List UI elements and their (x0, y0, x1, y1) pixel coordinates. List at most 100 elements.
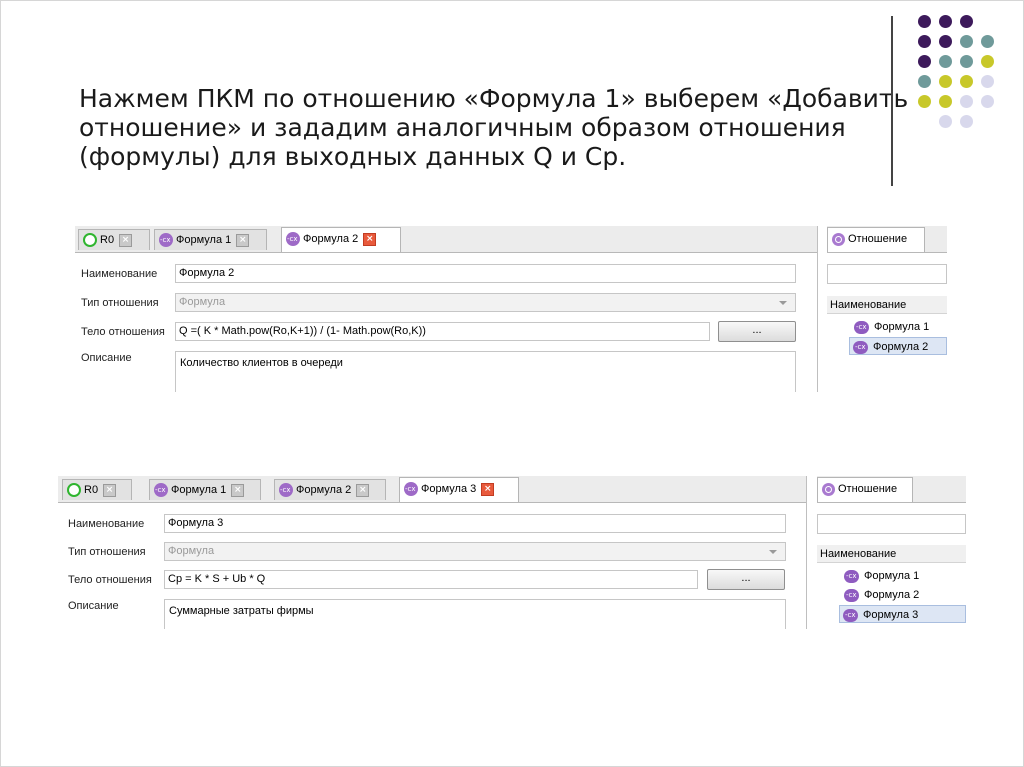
green-circle-icon (83, 233, 97, 248)
decor-dot (918, 75, 931, 88)
side-search-input[interactable] (817, 514, 966, 534)
relation-editor: R0 × Формула 1 × Формула 2 × Наименование Ф… (75, 226, 818, 392)
close-icon[interactable]: × (356, 483, 370, 497)
formula-icon (404, 482, 418, 497)
type-label: Тип отношения (68, 546, 146, 558)
tab-r0[interactable]: R0 × (62, 479, 132, 500)
chevron-down-icon (769, 550, 777, 554)
tab-label: Формула 1 (171, 484, 227, 496)
tree-item-label: Формула 2 (873, 341, 929, 353)
relation-panel: Отношение Наименование Формула 1 Формула… (817, 476, 966, 629)
formula-icon (844, 569, 859, 583)
tab-relation[interactable]: Отношение (817, 477, 913, 502)
type-select-value: Формула (179, 296, 226, 308)
formula-icon (844, 588, 859, 602)
formula-icon (279, 483, 293, 498)
decor-dot (939, 15, 952, 28)
decor-dot (918, 15, 931, 28)
close-icon[interactable]: × (119, 233, 133, 247)
editor-screenshot-1: R0 × Формула 1 × Формула 2 × Наименование Ф… (75, 226, 947, 392)
chevron-down-icon (779, 301, 787, 305)
close-icon[interactable]: × (236, 233, 250, 247)
tab-label: Формула 1 (176, 234, 232, 246)
close-icon[interactable]: × (481, 482, 495, 496)
type-label: Тип отношения (81, 297, 159, 309)
tab-label: Формула 3 (421, 483, 477, 495)
relation-icon (832, 232, 845, 246)
tab-label: Формула 2 (303, 233, 359, 245)
tree-item-label: Формула 2 (864, 589, 920, 601)
decor-dot (960, 35, 973, 48)
decor-dot (918, 95, 931, 108)
formula-icon (843, 608, 858, 622)
relation-icon (822, 482, 835, 496)
close-icon[interactable]: × (103, 483, 117, 497)
desc-label: Описание (81, 352, 132, 364)
formula-icon (286, 232, 300, 247)
title-line-2: отношение» и зададим аналогичным образом… (79, 113, 846, 142)
tree-item-formula-3[interactable]: Формула 3 (839, 605, 966, 623)
tree-item-formula-1[interactable]: Формула 1 (841, 567, 919, 585)
column-header: Наименование (817, 545, 966, 563)
tab-formula-2[interactable]: Формула 2 × (281, 227, 401, 252)
tab-label: Формула 2 (296, 484, 352, 496)
decor-dot (960, 115, 973, 128)
tab-formula-1[interactable]: Формула 1 × (149, 479, 261, 500)
desc-textarea[interactable]: Количество клиентов в очереди (175, 351, 796, 392)
decor-dot (960, 75, 973, 88)
desc-textarea[interactable]: Суммарные затраты фирмы (164, 599, 786, 629)
decor-dot (981, 55, 994, 68)
tab-label: R0 (84, 484, 99, 496)
relation-editor: R0 × Формула 1 × Формула 2 × Формула 3 × Наи… (58, 476, 807, 629)
tab-relation[interactable]: Отношение (827, 227, 925, 252)
tab-r0[interactable]: R0 × (78, 229, 150, 250)
body-field[interactable]: Q =( K * Math.pow(Ro,K+1)) / (1- Math.po… (175, 322, 710, 341)
tree-item-label: Формула 1 (874, 321, 930, 333)
decor-dot (939, 55, 952, 68)
tab-label: Отношение (848, 233, 908, 245)
name-label: Наименование (81, 268, 158, 280)
tab-formula-2[interactable]: Формула 2 × (274, 479, 386, 500)
green-circle-icon (67, 483, 81, 498)
decor-dot (981, 95, 994, 108)
name-label: Наименование (68, 518, 145, 530)
slide-title: Нажмем ПКМ по отношению «Формула 1» выбе… (79, 84, 909, 171)
browse-button[interactable]: ... (718, 321, 796, 342)
formula-icon (853, 340, 868, 354)
type-select[interactable]: Формула (164, 542, 786, 561)
side-tab-bar: Отношение (827, 226, 947, 253)
desc-label: Описание (68, 600, 119, 612)
body-label: Тело отношения (68, 574, 152, 586)
tree-item-formula-1[interactable]: Формула 1 (851, 318, 929, 336)
tree-item-formula-2[interactable]: Формула 2 (841, 586, 919, 604)
close-icon[interactable]: × (231, 483, 245, 497)
tab-formula-3[interactable]: Формула 3 × (399, 477, 519, 502)
body-field[interactable]: Cp = K * S + Ub * Q (164, 570, 698, 589)
decor-dot (939, 95, 952, 108)
title-line-1: Нажмем ПКМ по отношению «Формула 1» выбе… (79, 84, 909, 113)
name-field[interactable]: Формула 2 (175, 264, 796, 283)
column-header: Наименование (827, 296, 947, 314)
type-select[interactable]: Формула (175, 293, 796, 312)
formula-icon (154, 483, 168, 498)
title-line-3: (формулы) для выходных данных Q и Ср. (79, 142, 627, 171)
decor-dot (960, 55, 973, 68)
side-search-input[interactable] (827, 264, 947, 284)
side-tab-bar: Отношение (817, 476, 966, 503)
decor-dot (939, 35, 952, 48)
close-icon[interactable]: × (363, 232, 377, 246)
decor-dot (960, 15, 973, 28)
body-label: Тело отношения (81, 326, 165, 338)
name-field[interactable]: Формула 3 (164, 514, 786, 533)
browse-button[interactable]: ... (707, 569, 785, 590)
tab-label: Отношение (838, 483, 898, 495)
tab-label: R0 (100, 234, 115, 246)
decor-dot (918, 35, 931, 48)
formula-icon (159, 233, 173, 248)
type-select-value: Формула (168, 545, 215, 557)
tree-item-label: Формула 3 (863, 609, 919, 621)
tree-item-formula-2[interactable]: Формула 2 (849, 337, 947, 355)
tab-formula-1[interactable]: Формула 1 × (154, 229, 267, 250)
decor-vertical-line (891, 16, 893, 186)
tab-bar: R0 × Формула 1 × Формула 2 × Формула 3 × (58, 476, 806, 503)
